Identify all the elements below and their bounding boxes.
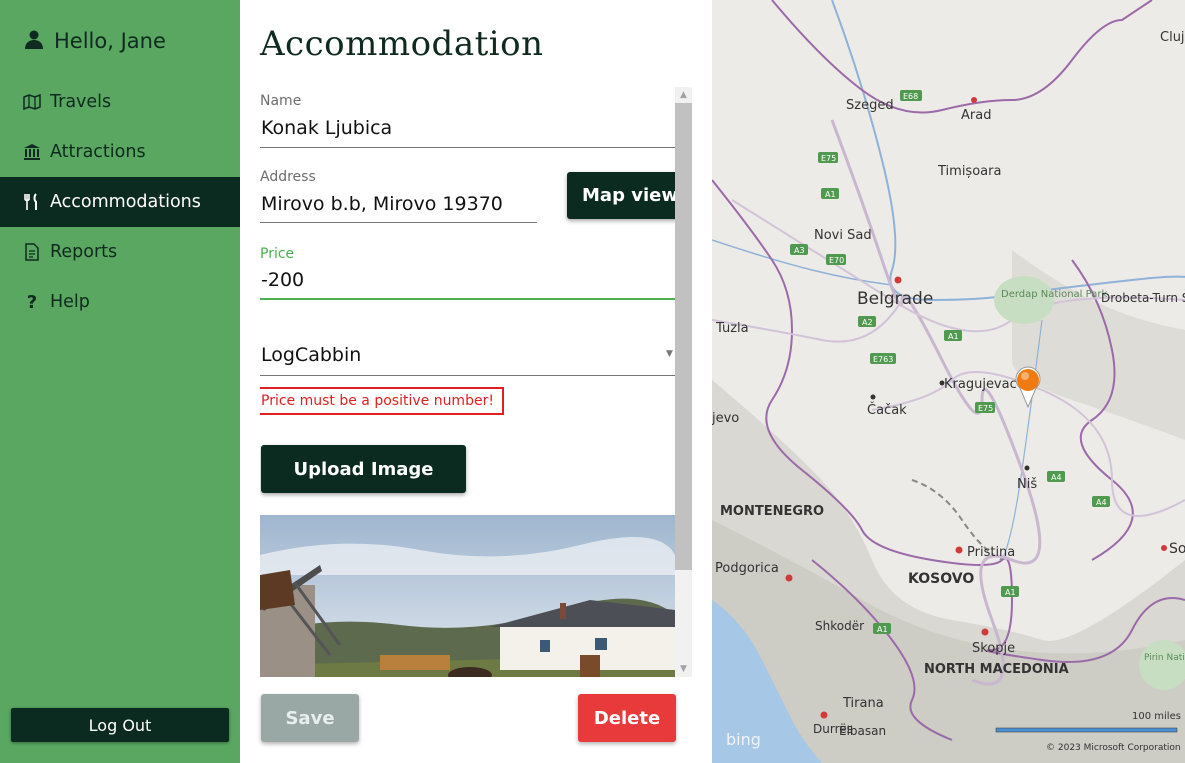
map-shield-7: A1 — [948, 332, 959, 341]
map-label-kosovo: KOSOVO — [908, 571, 974, 587]
accommodation-photo — [260, 515, 675, 677]
user-icon — [24, 29, 44, 54]
nav-label-help: Help — [50, 292, 90, 312]
delete-button[interactable]: Delete — [578, 694, 676, 742]
nav-label-reports: Reports — [50, 242, 118, 262]
map-label-novi-sad: Novi Sad — [814, 228, 872, 243]
price-field[interactable]: -200 — [261, 269, 304, 291]
map-label-so: So — [1169, 541, 1185, 557]
form-scrollbar[interactable]: ▲ ▼ — [675, 87, 692, 677]
map-shield-6: E763 — [873, 355, 893, 364]
greeting-text: Hello, Jane — [54, 29, 166, 53]
map-label-drobeta: Drobeta-Turn Severin — [1101, 291, 1185, 305]
map-scale-label: 100 miles — [1132, 711, 1181, 722]
map-shield-0: E68 — [903, 92, 918, 101]
price-underline — [260, 298, 675, 300]
map-label-szeged: Szeged — [846, 98, 894, 113]
bing-logo-icon: bing — [726, 730, 761, 749]
report-icon — [22, 242, 42, 262]
map-label-jevo: jevo — [712, 411, 739, 426]
price-error-message: Price must be a positive number! — [260, 387, 504, 415]
map-icon — [22, 92, 42, 112]
map-label-tirana: Tirana — [842, 696, 884, 711]
sidebar: Hello, Jane Travels Attractions Accommod… — [0, 0, 240, 763]
map-shield-2: A1 — [825, 190, 836, 199]
map-label-elbasan: Elbasan — [839, 724, 886, 738]
map-label-cluj: Cluj-N — [1160, 30, 1185, 45]
map-shield-1: E75 — [821, 154, 836, 163]
nav-label-attractions: Attractions — [50, 142, 146, 162]
name-field[interactable]: Konak Ljubica — [261, 117, 392, 139]
scrollbar-thumb[interactable] — [675, 103, 692, 570]
map-shield-3: A3 — [794, 246, 805, 255]
map-label-montenegro: MONTENEGRO — [720, 504, 824, 519]
scroll-down-arrow-icon[interactable]: ▼ — [675, 661, 692, 677]
type-select[interactable]: LogCabbin — [261, 344, 361, 366]
nav-item-accommodations[interactable]: Accommodations — [0, 177, 240, 227]
chevron-down-icon[interactable]: ▼ — [666, 349, 673, 359]
map-label-belgrade: Belgrade — [857, 289, 933, 309]
map-label-shkoder: Shkodër — [815, 619, 864, 633]
price-label: Price — [260, 246, 295, 262]
map-label-pristina: Pristina — [967, 545, 1015, 560]
map-label-cacak: Čačak — [867, 402, 907, 418]
name-underline — [260, 147, 675, 148]
map-label-arad: Arad — [961, 108, 991, 123]
map-shield-8: E75 — [978, 404, 993, 413]
question-icon: ? — [26, 291, 38, 313]
location-pin-icon[interactable] — [1015, 366, 1041, 409]
scroll-up-arrow-icon[interactable]: ▲ — [675, 87, 692, 103]
map-canvas: E68 E75 A1 A3 E70 A2 E763 A1 E75 A4 A4 A… — [712, 0, 1185, 763]
map-label-north-macedonia: NORTH MACEDONIA — [924, 662, 1069, 677]
map-shield-4: E70 — [829, 256, 844, 265]
map-label-kragujevac: Kragujevac — [944, 377, 1017, 392]
name-label: Name — [260, 93, 302, 109]
nav-item-help[interactable]: ? Help — [0, 277, 240, 327]
upload-image-button[interactable]: Upload Image — [261, 445, 466, 493]
map-shield-10: A4 — [1096, 498, 1107, 507]
page-title: Accommodation — [260, 24, 544, 64]
map-label-timisoara: Timișoara — [937, 164, 1001, 179]
address-field[interactable]: Mirovo b.b, Mirovo 19370 — [261, 193, 503, 215]
nav-item-attractions[interactable]: Attractions — [0, 127, 240, 177]
address-underline — [260, 222, 537, 223]
map-label-tuzla: Tuzla — [715, 321, 749, 336]
map-view[interactable]: E68 E75 A1 A3 E70 A2 E763 A1 E75 A4 A4 A… — [712, 0, 1185, 763]
map-shield-5: A2 — [862, 318, 873, 327]
nav-item-travels[interactable]: Travels — [0, 77, 240, 127]
nav-item-reports[interactable]: Reports — [0, 227, 240, 277]
type-underline — [260, 375, 675, 376]
address-label: Address — [260, 169, 316, 185]
map-copyright: © 2023 Microsoft Corporation — [1046, 743, 1181, 753]
form-scroll-area: Name Konak Ljubica Address Mirovo b.b, M… — [260, 87, 692, 677]
map-label-pirin: Pirin National Park — [1144, 653, 1185, 663]
save-button[interactable]: Save — [261, 694, 359, 742]
map-shield-12: A1 — [877, 625, 888, 634]
logout-button[interactable]: Log Out — [11, 708, 229, 742]
user-greeting: Hello, Jane — [24, 26, 166, 56]
nav-label-travels: Travels — [50, 92, 112, 112]
map-label-nis: Niš — [1017, 477, 1037, 492]
map-view-button[interactable]: Map view — [567, 172, 692, 219]
map-label-skopje: Skopje — [972, 641, 1015, 656]
map-shield-11: A1 — [1005, 588, 1016, 597]
nav-label-accommodations: Accommodations — [50, 192, 201, 212]
map-label-derdap: Derdap National Park — [1001, 289, 1107, 300]
map-shield-9: A4 — [1051, 473, 1062, 482]
accommodation-form-panel: Accommodation Name Konak Ljubica Address… — [240, 0, 712, 763]
utensils-icon — [22, 192, 42, 212]
map-label-podgorica: Podgorica — [715, 561, 779, 576]
landmark-icon — [22, 142, 42, 162]
